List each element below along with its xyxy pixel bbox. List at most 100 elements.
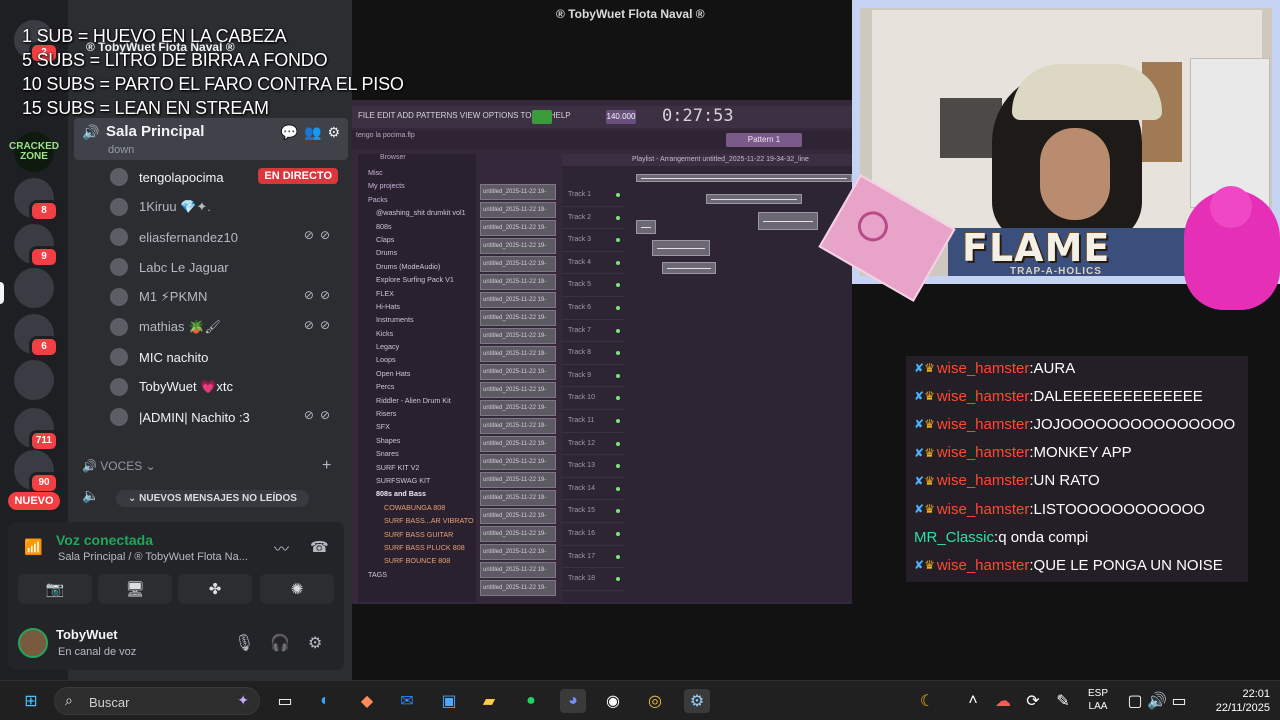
soundboard-button[interactable]: ✺ [260,574,334,604]
pattern-selector[interactable]: Pattern 1 [726,133,802,147]
add-member-icon[interactable]: 👥 [304,124,321,141]
headphones-icon[interactable]: 🎧 [270,633,290,653]
weather-icon[interactable]: ☾ [914,689,940,713]
clip-item[interactable]: untitled_2025-11-22 19- [480,346,556,362]
voice-member[interactable]: eliasfernandez10 ⊘⊘ [108,224,344,250]
browser-item[interactable]: SURF KIT V2 [358,461,476,474]
server-icon[interactable]: 6 [14,314,59,358]
track-header[interactable]: Track 8 [562,342,624,365]
track-header[interactable]: Track 4 [562,252,624,275]
browser-item[interactable]: @washing_shit drumkit vol1 [358,206,476,219]
server-icon[interactable]: 90 [14,450,59,494]
add-channel-icon[interactable]: + [322,457,331,475]
browser-item[interactable]: Hi-Hats [358,300,476,313]
file-explorer-icon[interactable]: ▰ [476,689,502,713]
browser-tags[interactable]: TAGS [358,568,476,581]
chat-bubble-icon[interactable]: 💬 [281,124,298,141]
voice-room-name[interactable]: Sala Principal / ® TobyWuet Flota Na... [58,551,248,563]
browser-item[interactable]: Misc [358,166,476,179]
bpm-display[interactable]: 140.000 [606,110,636,124]
track-header[interactable]: Track 2 [562,207,624,230]
screen-share-button[interactable]: 🖥 [98,574,172,604]
new-messages-bar[interactable]: ⌄ NUEVOS MENSAJES NO LEÍDOS [116,490,309,507]
track-header[interactable]: Track 9 [562,365,624,388]
clip-item[interactable]: untitled_2025-11-22 19- [480,202,556,218]
track-led[interactable] [616,531,620,536]
browser-item[interactable]: Risers [358,407,476,420]
track-header[interactable]: Track 1 [562,184,624,207]
server-icon[interactable]: 9 [14,224,59,268]
server-icon[interactable]: 711 [14,408,59,452]
browser-item[interactable]: SURF BASS GUITAR [358,528,476,541]
clip-item[interactable]: untitled_2025-11-22 19- [480,382,556,398]
browser-item[interactable]: My projects [358,179,476,192]
microphone-icon[interactable]: 🎙 [234,633,254,653]
track-led[interactable] [616,554,620,559]
sync-icon[interactable]: ⟳ [1020,689,1046,713]
track-header[interactable]: Track 17 [562,546,624,569]
settings-gear-icon[interactable]: ⚙ [308,633,322,653]
clip-item[interactable]: untitled_2025-11-22 19- [480,454,556,470]
clip-item[interactable]: untitled_2025-11-22 19- [480,400,556,416]
clip-item[interactable]: untitled_2025-11-22 19- [480,436,556,452]
track-header[interactable]: Track 7 [562,320,624,343]
voice-room-sala-principal[interactable]: 🔊 Sala Principal down 💬 👥 ⚙ [74,118,348,160]
voice-member[interactable]: 1Kiruu 💎✦. [108,194,344,220]
clip-item[interactable]: untitled_2025-11-22 19- [480,490,556,506]
steam-icon[interactable]: ⚙ [684,689,710,713]
track-header[interactable]: Track 16 [562,523,624,546]
store-icon[interactable]: ▣ [436,689,462,713]
voice-status[interactable]: Voz conectada [56,532,153,548]
browser-item[interactable]: Packs [358,193,476,206]
chat-username[interactable]: wise_hamster [937,501,1030,518]
browser-item[interactable]: Snares [358,447,476,460]
voices-category[interactable]: 🔊 VOCES ⌄ [82,459,156,473]
audio-clip[interactable] [636,220,656,234]
track-led[interactable] [616,351,620,356]
clip-item[interactable]: untitled_2025-11-22 19- [480,580,556,596]
tray-chevron-up-icon[interactable]: ˄ [960,689,986,713]
track-led[interactable] [616,328,620,333]
audio-clip[interactable] [662,262,716,274]
track-led[interactable] [616,418,620,423]
track-led[interactable] [616,464,620,469]
track-header[interactable]: Track 15 [562,500,624,523]
browser-item[interactable]: Percs [358,380,476,393]
browser-item[interactable]: Riddler - Alien Drum Kit [358,394,476,407]
track-header[interactable]: Track 11 [562,410,624,433]
track-led[interactable] [616,441,620,446]
browser-item[interactable]: SFX [358,420,476,433]
edge-icon[interactable]: ◐ [312,689,338,713]
obs-icon[interactable]: ◉ [600,689,626,713]
clip-item[interactable]: untitled_2025-11-22 19- [480,472,556,488]
chat-username[interactable]: wise_hamster [937,388,1030,405]
avatar[interactable] [18,628,48,658]
audio-clip[interactable] [706,194,802,204]
track-header[interactable]: Track 18 [562,568,624,591]
clip-item[interactable]: untitled_2025-11-22 19- [480,544,556,560]
track-led[interactable] [616,260,620,265]
track-led[interactable] [616,486,620,491]
clip-item[interactable]: untitled_2025-11-22 19- [480,256,556,272]
voice-member[interactable]: M1 ⚡PKMN ⊘⊘ [108,284,344,310]
browser-item[interactable]: Instruments [358,313,476,326]
browser-item[interactable]: SURF BASS PLUCK 808 [358,541,476,554]
chrome-icon[interactable]: ◎ [642,689,668,713]
gear-icon[interactable]: ⚙ [327,124,340,141]
browser-item[interactable]: Drums [358,246,476,259]
audio-clip[interactable] [758,212,818,230]
audio-clip[interactable] [652,240,710,256]
clip-item[interactable]: untitled_2025-11-22 19- [480,364,556,380]
clip-item[interactable]: untitled_2025-11-22 19- [480,238,556,254]
voice-member[interactable]: |ADMIN| Nachito :3 ⊘⊘ [108,404,344,430]
user-name[interactable]: TobyWuet [56,627,118,642]
audio-clip[interactable] [636,174,852,182]
track-header[interactable]: Track 13 [562,455,624,478]
spotify-icon[interactable]: ● [518,689,544,713]
camera-off-button[interactable]: 📷 [18,574,92,604]
track-led[interactable] [616,215,620,220]
voice-member[interactable]: Labc Le Jaguar [108,254,344,280]
outlook-icon[interactable]: ✉ [394,689,420,713]
disconnect-icon[interactable]: ☎ [310,538,329,556]
clip-item[interactable]: untitled_2025-11-22 19- [480,508,556,524]
